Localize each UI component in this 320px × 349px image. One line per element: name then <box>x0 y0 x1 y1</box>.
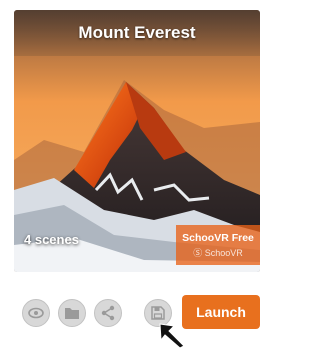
save-icon <box>151 306 165 320</box>
mouse-pointer-icon <box>159 323 185 349</box>
plan-badge: SchooVR Free Ⓢ SchooVR <box>176 225 260 265</box>
experience-card: Mount Everest 4 scenes SchooVR Free Ⓢ Sc… <box>10 0 260 349</box>
eye-icon <box>28 307 44 319</box>
card-actions: Launch <box>14 295 260 331</box>
share-button[interactable] <box>94 299 122 327</box>
brand-watermark: Ⓢ SchooVR <box>193 247 243 258</box>
folder-button[interactable] <box>58 299 86 327</box>
preview-button[interactable] <box>22 299 50 327</box>
card-thumbnail[interactable]: Mount Everest 4 scenes SchooVR Free Ⓢ Sc… <box>14 10 260 272</box>
scene-count: 4 scenes <box>24 232 79 247</box>
plan-label: SchooVR Free <box>182 231 254 244</box>
title-bar: Mount Everest <box>14 10 260 56</box>
card-title: Mount Everest <box>78 23 196 42</box>
folder-icon <box>65 308 79 319</box>
share-icon <box>101 305 115 321</box>
